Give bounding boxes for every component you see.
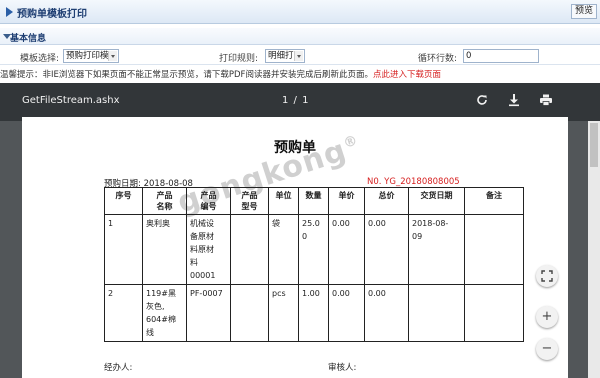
zoom-out-icon[interactable]: − <box>536 338 558 360</box>
table-cell: 119#黑 灰色, 604#棉线 <box>142 284 187 342</box>
header-cell: 产品 型号 <box>230 187 269 215</box>
fit-page-icon[interactable] <box>536 265 558 287</box>
header-cell: 备注 <box>464 187 524 215</box>
settings-form: 模板选择: 预购打印模 打印规则: 明细打 循环行数: 0 <box>0 47 600 65</box>
rule-select-value: 明细打 <box>268 51 294 61</box>
table-row: 2 119#黑 灰色, 604#棉线 PF-0007 pcs 1.00 0.00 0… <box>104 284 524 342</box>
header-cell: 单位 <box>268 187 299 215</box>
title-bar: 预购单模板打印 预览 <box>0 0 600 24</box>
table-cell: 0.00 <box>364 284 409 342</box>
table-cell <box>408 284 465 342</box>
section-title: 基本信息 <box>10 34 47 44</box>
table-cell <box>464 284 524 342</box>
section-header[interactable]: 基本信息 <box>0 28 600 45</box>
loop-count-input[interactable]: 0 <box>463 49 539 63</box>
table-cell: 0.00 <box>364 214 409 285</box>
table-cell: 奥利奥 <box>142 214 187 285</box>
document-title: 预购单 <box>274 140 316 156</box>
header-cell: 产品 编号 <box>186 187 231 215</box>
table-cell: 机械设 备原材 料原材料 00001 <box>186 214 231 285</box>
chevron-down-icon[interactable] <box>294 51 303 61</box>
template-label: 模板选择: <box>20 54 60 64</box>
page-title: 预购单模板打印 <box>17 9 87 20</box>
pdf-page: 预购单 预购日期: 2018-08-08 N0. YG_20180808005 … <box>22 117 568 378</box>
table-row: 1 奥利奥 机械设 备原材 料原材料 00001 袋 25.0 0 0.00 0.00 … <box>104 214 524 285</box>
rotate-icon[interactable] <box>474 93 490 109</box>
preview-button[interactable]: 预览 <box>570 4 597 19</box>
template-select-value: 预购打印模 <box>66 51 109 61</box>
order-table: 序号 产品 名称 产品 编号 产品 型号 单位 数量 单价 总价 交货日期 备注 1 … <box>104 187 524 342</box>
handler-signature-label: 经办人: <box>104 363 133 373</box>
table-cell: pcs <box>268 284 299 342</box>
table-cell: 1.00 <box>298 284 329 342</box>
header-cell: 单价 <box>328 187 365 215</box>
scrollbar-thumb[interactable] <box>590 123 598 167</box>
table-cell: 0.00 <box>328 284 365 342</box>
order-number: N0. YG_20180808005 <box>367 177 460 187</box>
table-cell: 2 <box>104 284 143 342</box>
template-select[interactable]: 预购打印模 <box>63 49 119 63</box>
table-cell: 25.0 0 <box>298 214 329 285</box>
table-cell <box>230 284 269 342</box>
table-cell: 袋 <box>268 214 299 285</box>
header-cell: 交货日期 <box>408 187 465 215</box>
table-cell: 2018-08- 09 <box>408 214 465 285</box>
download-icon[interactable] <box>506 93 522 109</box>
arrow-right-icon <box>6 7 13 17</box>
rule-label: 打印规则: <box>219 54 259 64</box>
reviewer-signature-label: 审核人: <box>328 363 357 373</box>
table-cell: 1 <box>104 214 143 285</box>
notice: 温馨提示：非IE浏览器下如果页面不能正常显示预览，请下载PDF阅读器并安装完成后… <box>0 68 441 80</box>
table-cell: 0.00 <box>328 214 365 285</box>
page-indicator: 1 / 1 <box>282 95 310 106</box>
table-cell: PF-0007 <box>186 284 231 342</box>
pdf-scrollbar[interactable] <box>588 121 600 378</box>
header-cell: 序号 <box>104 187 143 215</box>
chevron-down-icon[interactable] <box>108 51 117 61</box>
notice-text: 温馨提示：非IE浏览器下如果页面不能正常显示预览，请下载PDF阅读器并安装完成后… <box>0 70 373 80</box>
table-header-row: 序号 产品 名称 产品 编号 产品 型号 单位 数量 单价 总价 交货日期 备注 <box>104 187 524 215</box>
header-cell: 数量 <box>298 187 329 215</box>
download-link[interactable]: 点此进入下载页面 <box>373 70 441 80</box>
loop-label: 循环行数: <box>418 54 458 64</box>
pdf-toolbar: GetFileStream.ashx 1 / 1 <box>0 83 600 121</box>
zoom-in-icon[interactable]: + <box>536 306 558 328</box>
table-cell <box>230 214 269 285</box>
print-icon[interactable] <box>538 93 554 109</box>
header-cell: 总价 <box>364 187 409 215</box>
rule-select[interactable]: 明细打 <box>265 49 305 63</box>
table-cell <box>464 214 524 285</box>
pdf-filename: GetFileStream.ashx <box>22 95 120 106</box>
header-cell: 产品 名称 <box>142 187 187 215</box>
